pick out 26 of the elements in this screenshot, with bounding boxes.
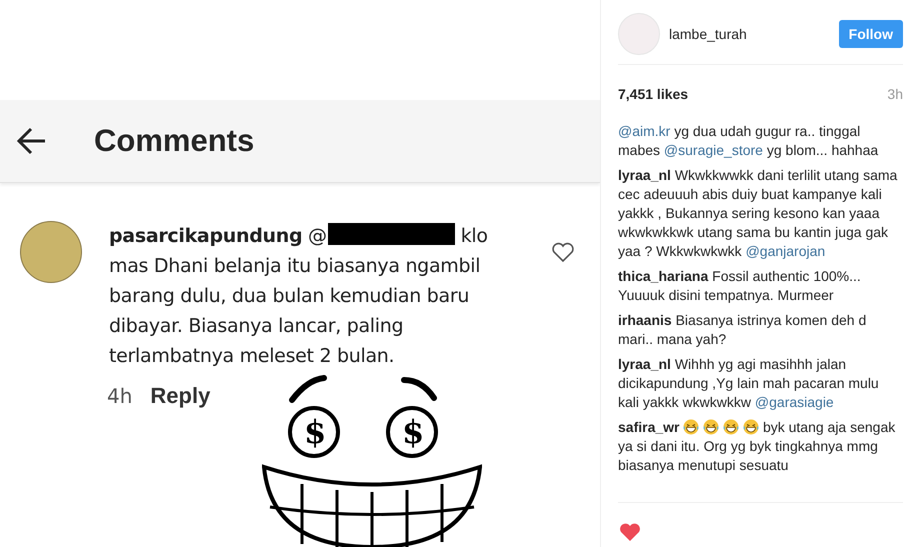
comment-time: 4h xyxy=(107,384,132,408)
laughing-face-icon xyxy=(683,419,700,435)
mention-link[interactable]: @aim.kr xyxy=(618,123,670,139)
likes-count[interactable]: 7,451 likes xyxy=(618,86,688,102)
follow-button[interactable]: Follow xyxy=(838,20,903,48)
laughing-face-icon xyxy=(743,419,760,435)
comment-text: lyraa_nl Wihhh yg agi masihhh jalan dicikapundung ,Yg lain mah pacaran mulu kali yakkk wkwkwkkw @garasiagie xyxy=(618,355,880,412)
comment-text: safira_wr byk utang aja sengak ya si dani itu. Org yg byk tingkahnya mmg biasanya menutupi sesuatu xyxy=(618,418,896,475)
comment-text: irhaanis Biasanya istrinya komen deh d mari.. mana yah? xyxy=(618,311,868,349)
heart-icon xyxy=(551,241,575,263)
comment-text: @aim.kr yg dua udah gugur ra.. tinggal mabes @suragie_store yg blom... hahhaa xyxy=(618,122,880,160)
heart-icon[interactable] xyxy=(618,521,642,543)
mention-link[interactable]: @garasiagie xyxy=(754,394,834,410)
mention-link[interactable]: @ganjarojan xyxy=(746,243,826,259)
username[interactable]: lambe_turah xyxy=(669,26,839,42)
mention-link[interactable]: @suragie_store xyxy=(664,142,763,158)
comment-text: lyraa_nl Wkwkkwwkk dani terlilit utang sama cec adeuuuh abis duiy buat kampanye kali yakkk , Bukannya sering kesono kan yaaa wkwkwkkwk utang sama bu kantin juga gak yaa ? Wkkwkwkwkk @ganjarojan xyxy=(618,166,898,261)
post-time: 3h xyxy=(887,86,903,102)
dollar-sign: $ xyxy=(402,412,424,452)
comment-text: thica_hariana Fossil authentic 100%... Yuuuuk disini tempatnya. Murmeer xyxy=(618,267,862,305)
dollar-sign: $ xyxy=(304,412,326,452)
laughing-face-icon xyxy=(723,419,740,435)
comment-text: pasarcikapundung @ klo mas Dhani belanja itu biasanya ngambil barang dulu, dua bulan kemudian baru dibayar. Biasanya lancar, paling terlambatnya meleset 2 bulan. xyxy=(109,222,489,369)
back-arrow-icon xyxy=(17,127,47,155)
laughing-face-icon xyxy=(703,419,720,435)
comments-title: Comments xyxy=(94,123,254,159)
